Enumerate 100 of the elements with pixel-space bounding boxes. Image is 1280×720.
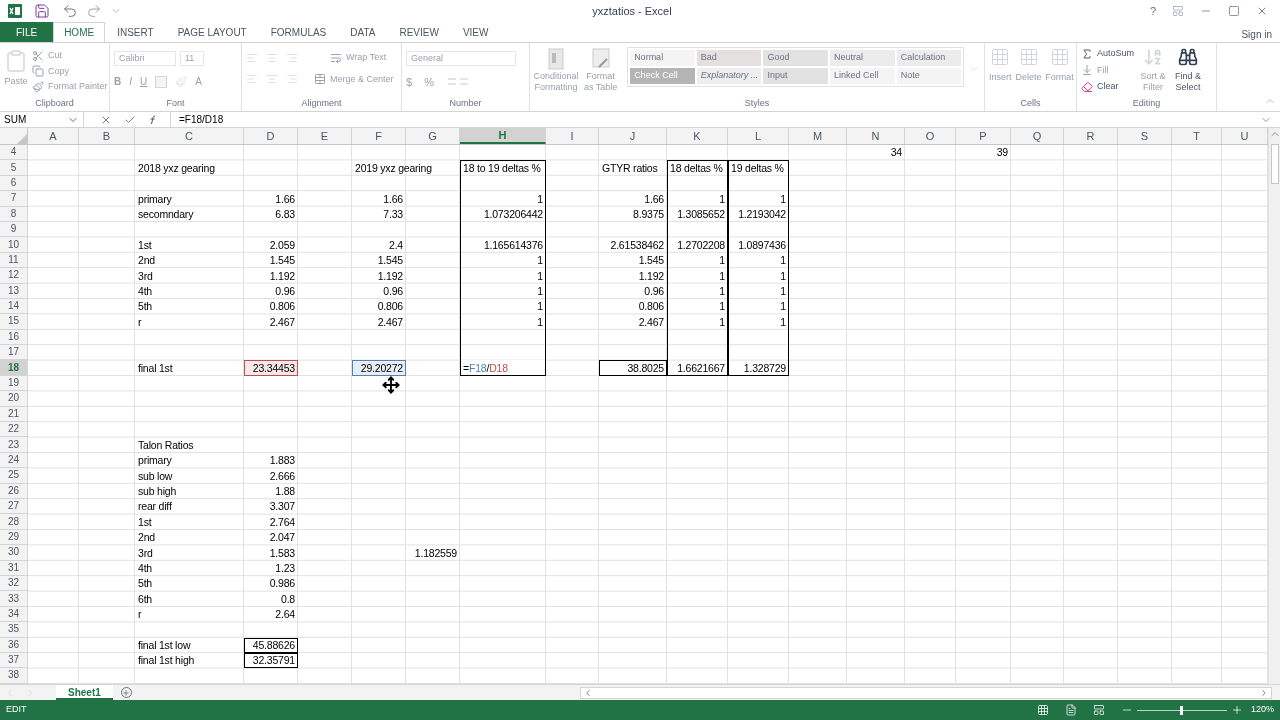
ribbon-display-icon[interactable] (1172, 5, 1184, 17)
column-header[interactable]: A (28, 128, 79, 144)
middle-align-icon[interactable] (266, 51, 278, 64)
redo-icon[interactable] (86, 3, 102, 19)
column-header[interactable]: Q (1011, 128, 1064, 144)
ribbon-tab[interactable]: PAGE LAYOUT (165, 22, 259, 42)
decimal-icon[interactable] (445, 77, 470, 88)
cell-style-item[interactable]: Explanatory ... (696, 68, 762, 84)
column-header[interactable]: H (460, 128, 546, 144)
scrollbar-thumb[interactable] (1270, 144, 1279, 184)
zoom-slider-thumb[interactable] (1180, 705, 1184, 715)
app-logo-icon[interactable] (8, 4, 22, 18)
row-header[interactable]: 25 (0, 468, 28, 484)
cell-style-item[interactable]: Bad (696, 50, 762, 66)
column-header[interactable]: P (956, 128, 1011, 144)
row-header[interactable]: 18 (0, 360, 28, 376)
table-cell-text: 2.764 (268, 516, 295, 528)
save-icon[interactable] (34, 3, 50, 19)
scroll-right-icon[interactable] (1259, 687, 1269, 698)
insert-function-icon[interactable] (148, 114, 158, 125)
name-box[interactable]: SUM (0, 112, 84, 127)
ribbon-tab[interactable]: DATA (338, 22, 388, 42)
cell-style-item[interactable]: Calculation (896, 50, 962, 66)
ribbon-tab[interactable]: HOME (53, 22, 106, 42)
row-header[interactable]: 23 (0, 437, 28, 453)
row-header[interactable]: 28 (0, 514, 28, 530)
column-header[interactable]: J (599, 128, 667, 144)
column-header[interactable]: E (298, 128, 352, 144)
table-cell-text: 2.4 (388, 239, 403, 251)
row-header[interactable]: 38 (0, 668, 28, 684)
sign-in-link[interactable]: Sign in (1241, 27, 1272, 42)
column-header[interactable]: M (789, 128, 847, 144)
column-header[interactable]: R (1064, 128, 1118, 144)
sheet-tab[interactable]: Sheet1 (56, 685, 113, 700)
ribbon-tab[interactable]: REVIEW (387, 22, 451, 42)
column-header[interactable]: K (667, 128, 728, 144)
table-cell-text: 6th (138, 593, 153, 605)
row-header[interactable]: 17 (0, 345, 28, 361)
horizontal-scrollbar[interactable] (579, 686, 1272, 699)
row-header[interactable]: 20 (0, 391, 28, 407)
row-header[interactable]: 15 (0, 314, 28, 330)
top-align-icon[interactable] (246, 51, 258, 64)
table-cell-text: secomndary (138, 209, 195, 220)
row-header[interactable]: 10 (0, 237, 28, 253)
row-header[interactable]: 7 (0, 191, 28, 207)
column-header[interactable]: N (847, 128, 905, 144)
cell-style-item[interactable]: Normal (630, 50, 695, 66)
ribbon-tab[interactable]: INSERT (105, 22, 166, 42)
page-layout-icon[interactable] (1064, 704, 1077, 716)
borders-icon[interactable] (155, 75, 168, 88)
align-left-icon[interactable] (246, 73, 258, 86)
zoom-in-icon[interactable] (1230, 704, 1243, 716)
formula-field[interactable]: =F18/D18 (170, 112, 1252, 127)
ribbon-tab[interactable]: FORMULAS (258, 22, 339, 42)
row-header[interactable]: 22 (0, 422, 28, 438)
table-cell-text: 2.467 (637, 316, 664, 328)
bottom-align-icon[interactable] (286, 51, 298, 64)
plus-icon (122, 688, 131, 697)
cell-style-item[interactable]: Neutral (830, 50, 895, 66)
align-center-icon[interactable] (266, 73, 278, 86)
editing-cell[interactable]: =F18/D18 (460, 360, 546, 376)
row-header[interactable]: 4 (0, 145, 28, 161)
column-header[interactable]: F (352, 128, 406, 144)
clear-button[interactable]: Clear (1081, 80, 1135, 94)
column-header[interactable]: I (546, 128, 599, 144)
cell-style-item[interactable]: Linked Cell (830, 68, 895, 84)
column-header[interactable]: B (79, 128, 135, 144)
row-header[interactable]: 12 (0, 268, 28, 284)
cell-style-item[interactable]: Note (896, 68, 962, 84)
close-icon[interactable] (1256, 5, 1268, 17)
cell-style-item[interactable]: Input (763, 68, 828, 84)
grid-icon (1049, 47, 1070, 67)
column-header[interactable]: C (135, 128, 244, 144)
status-mode: EDIT (6, 703, 27, 717)
autosum-button[interactable]: AutoSum (1081, 47, 1135, 61)
move-cursor-icon (382, 376, 400, 394)
file-button[interactable]: FILE (0, 22, 54, 42)
undo-icon[interactable] (62, 3, 78, 19)
cell-style-item[interactable]: Good (763, 50, 828, 66)
help-button[interactable]: ? (1141, 2, 1164, 20)
row-header[interactable]: 30 (0, 545, 28, 561)
table-cell-text: 0.806 (376, 301, 403, 312)
normal-view-icon[interactable] (1036, 704, 1049, 716)
align-right-icon[interactable] (286, 73, 298, 86)
page-break-icon[interactable] (1092, 704, 1105, 716)
find-select-button[interactable]: Find & Select (1172, 47, 1205, 96)
column-header[interactable]: L (728, 128, 789, 144)
row-header[interactable]: 35 (0, 622, 28, 638)
ribbon-tab[interactable]: VIEW (450, 22, 501, 42)
new-sheet-button[interactable] (120, 687, 132, 698)
column-header[interactable]: O (905, 128, 956, 144)
row-header[interactable]: 33 (0, 591, 28, 607)
table-cell: 1 (667, 314, 728, 330)
maximize-icon[interactable] (1228, 5, 1240, 17)
column-header[interactable]: T (1172, 128, 1222, 144)
fill-color-icon[interactable] (175, 75, 188, 88)
column-header[interactable]: D (244, 128, 298, 144)
column-header[interactable]: S (1118, 128, 1172, 144)
table-cell-text: 1.192 (268, 270, 295, 282)
row-header[interactable]: 5 (0, 160, 28, 176)
